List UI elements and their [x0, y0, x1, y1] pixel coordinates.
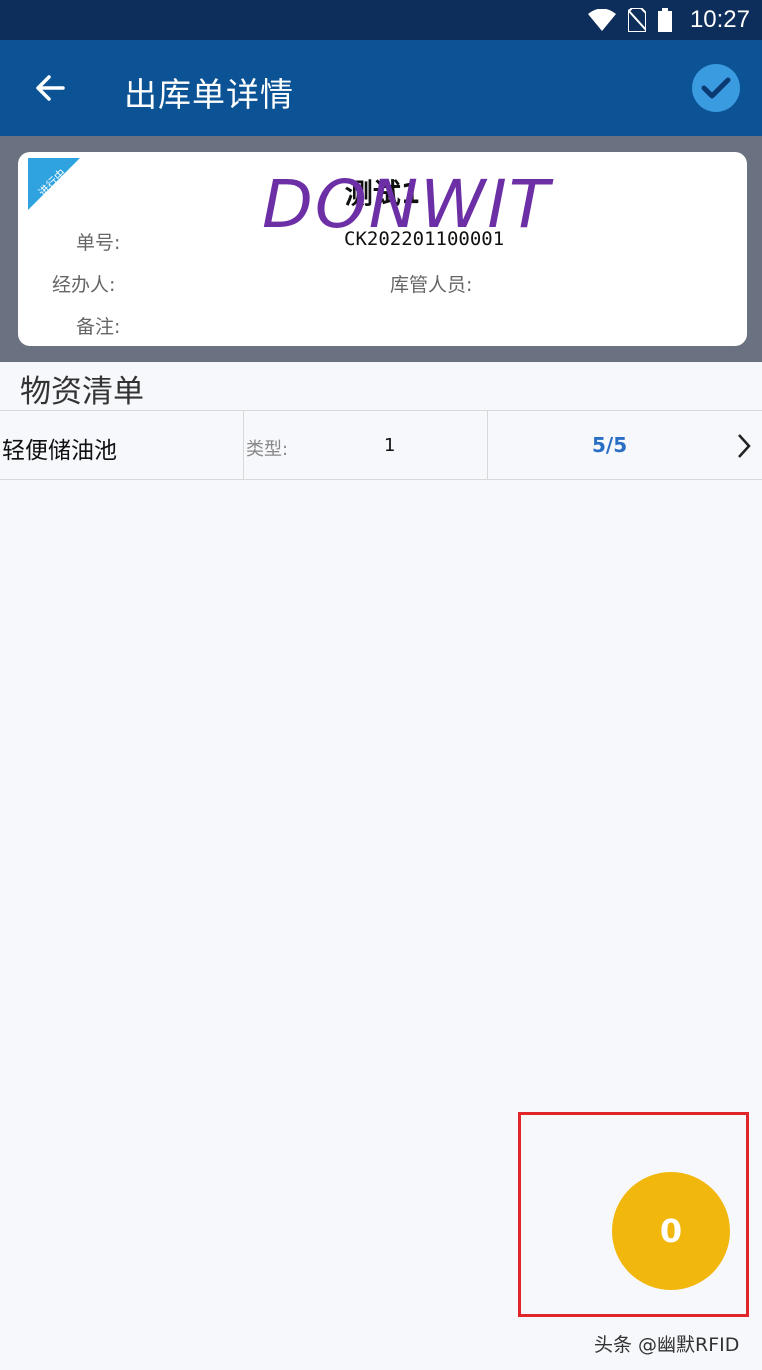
order-number-label: 单号:	[76, 232, 121, 254]
arrow-left-icon	[36, 75, 65, 101]
status-time: 10:27	[689, 6, 750, 33]
checkmark-icon	[701, 77, 731, 99]
item-quantity: 5/5	[592, 433, 628, 457]
confirm-button[interactable]	[692, 64, 740, 112]
handler-label: 经办人:	[52, 274, 116, 296]
item-name: 轻便储油池	[2, 438, 117, 464]
page-title: 出库单详情	[124, 75, 294, 114]
item-type-label: 类型:	[246, 439, 289, 460]
remark-label: 备注:	[76, 316, 121, 338]
chevron-right-icon	[738, 434, 751, 458]
back-button[interactable]	[28, 66, 72, 110]
footer-credit: 头条 @幽默RFID	[594, 1334, 740, 1356]
wifi-icon	[588, 9, 616, 31]
list-item[interactable]: 轻便储油池 类型: 1 5/5	[0, 410, 762, 480]
battery-icon	[658, 8, 672, 32]
item-type-value: 1	[384, 435, 396, 456]
app-bar: 出库单详情	[0, 40, 762, 136]
keeper-label: 库管人员:	[390, 274, 473, 296]
order-info-card: 进行中 测试1 DONWIT 单号: CK202201100001 经办人: 库…	[18, 152, 747, 346]
scan-count-button[interactable]: 0	[612, 1172, 730, 1290]
order-number-value: CK202201100001	[344, 228, 505, 250]
divider	[243, 411, 244, 479]
no-sim-icon	[628, 8, 646, 32]
status-bar: 10:27	[0, 0, 762, 40]
status-icons	[588, 8, 672, 32]
divider	[487, 411, 488, 479]
materials-section-title: 物资清单	[20, 374, 144, 410]
